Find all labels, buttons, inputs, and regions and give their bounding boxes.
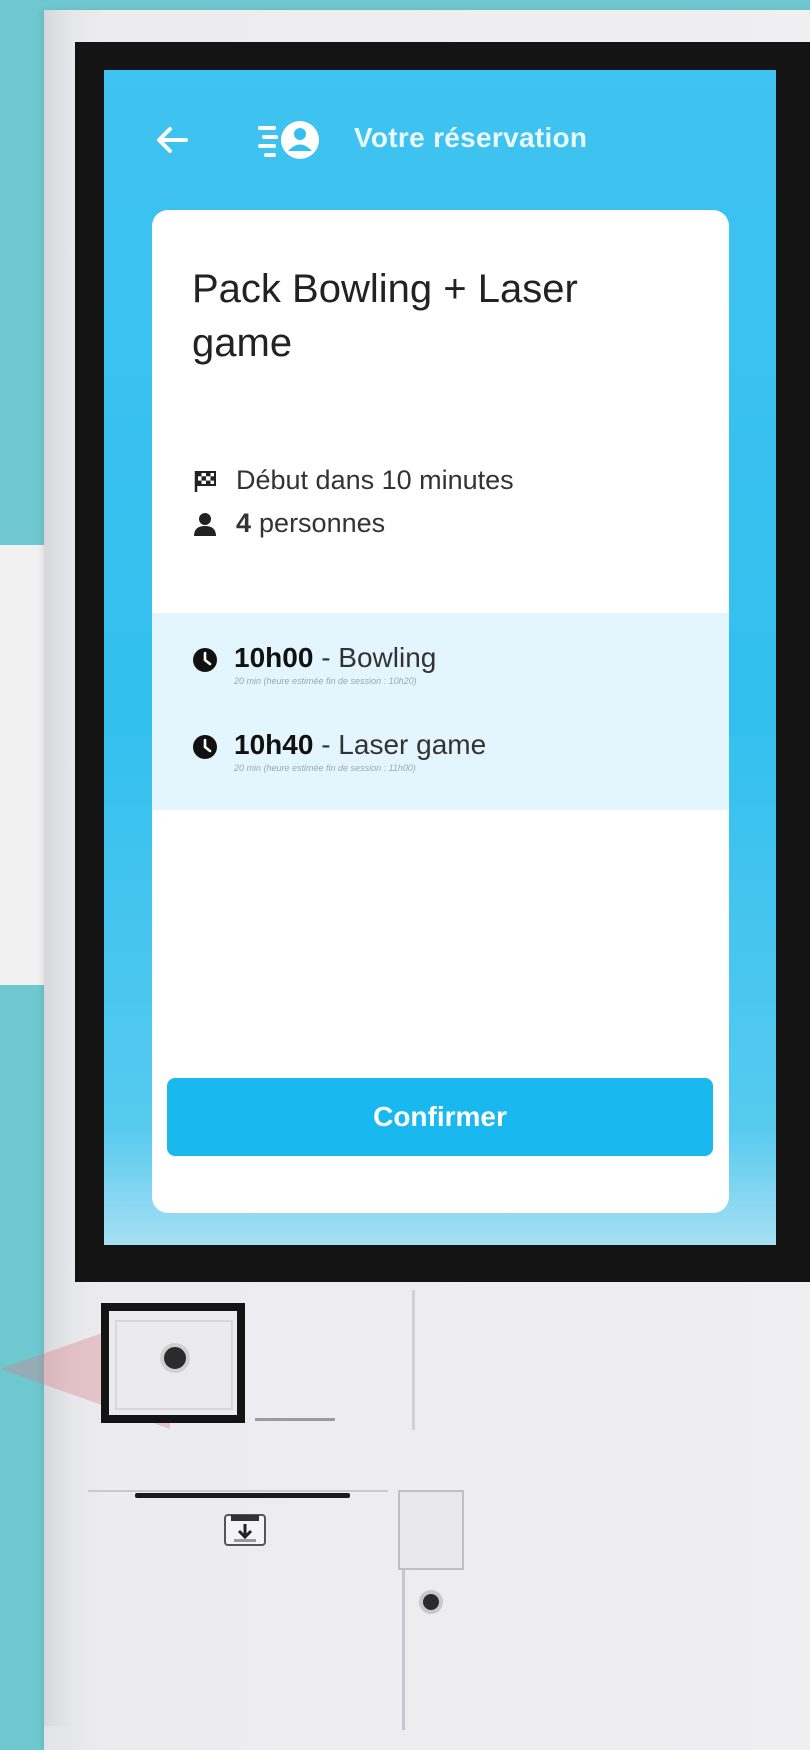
session-activity: Laser game — [338, 729, 487, 760]
maintenance-door — [398, 1490, 464, 1570]
panel-divider — [412, 1290, 415, 1430]
clock-icon — [193, 648, 217, 672]
start-text: Début dans 10 minutes — [236, 465, 514, 495]
lock-icon — [419, 1590, 443, 1614]
flag-icon — [194, 470, 216, 492]
session-item-bowling: 10h00 - Bowling 20 min (heure estimée fi… — [192, 641, 436, 686]
session-line: 10h00 - Bowling — [234, 642, 437, 673]
sessions-list: 10h00 - Bowling 20 min (heure estimée fi… — [152, 613, 729, 810]
people-info: 4 personnes — [192, 508, 385, 539]
camera-icon — [160, 1343, 190, 1373]
page-title: Votre réservation — [354, 122, 588, 153]
top-bar: Votre réservation — [104, 70, 776, 200]
people-label: personnes — [259, 508, 386, 538]
door-seam — [402, 1570, 405, 1730]
session-note: 20 min (heure estimée fin de session : 1… — [234, 676, 417, 686]
scanner-ledge — [255, 1418, 335, 1421]
kiosk-side-edge — [44, 10, 72, 1726]
kiosk-screen: Votre réservation Pack Bowling + Laser g… — [104, 70, 776, 1245]
confirm-button[interactable]: Confirmer — [167, 1078, 713, 1156]
session-item-laser-game: 10h40 - Laser game 20 min (heure estimée… — [192, 728, 486, 773]
ticket-printer-slot — [135, 1493, 350, 1498]
user-icon — [194, 512, 216, 536]
session-activity: Bowling — [338, 642, 437, 673]
booking-title: Pack Bowling + Laser game — [192, 267, 578, 365]
reservation-card: Pack Bowling + Laser game Début dans 10 … — [152, 210, 729, 1213]
speedy-user-icon — [258, 121, 319, 159]
session-note: 20 min (heure estimée fin de session : 1… — [234, 763, 416, 773]
session-line: 10h40 - Laser game — [234, 729, 487, 760]
session-time: 10h40 — [234, 729, 314, 760]
panel-edge — [88, 1490, 388, 1492]
arrow-left-icon[interactable] — [152, 120, 192, 160]
printer-icon — [224, 1514, 266, 1546]
start-info: Début dans 10 minutes — [192, 465, 514, 496]
session-time: 10h00 — [234, 642, 314, 673]
people-count: 4 — [236, 508, 252, 538]
clock-icon — [193, 735, 217, 759]
